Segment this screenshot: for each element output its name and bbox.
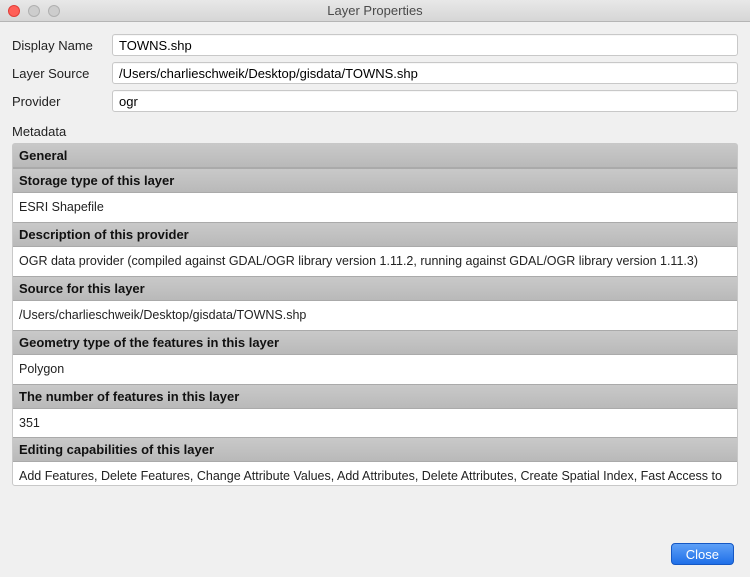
metadata-value: ESRI Shapefile xyxy=(13,193,737,222)
metadata-header: Description of this provider xyxy=(13,222,737,247)
metadata-header: Editing capabilities of this layer xyxy=(13,437,737,462)
layer-source-row: Layer Source xyxy=(12,62,738,84)
metadata-value: OGR data provider (compiled against GDAL… xyxy=(13,247,737,276)
provider-label: Provider xyxy=(12,94,112,109)
close-window-icon[interactable] xyxy=(8,5,20,17)
metadata-panel: GeneralStorage type of this layerESRI Sh… xyxy=(12,143,738,486)
provider-row: Provider xyxy=(12,90,738,112)
window-controls xyxy=(8,5,60,17)
metadata-header: Geometry type of the features in this la… xyxy=(13,330,737,355)
dialog-button-bar: Close xyxy=(671,543,734,565)
display-name-label: Display Name xyxy=(12,38,112,53)
layer-source-input[interactable] xyxy=(112,62,738,84)
metadata-header: General xyxy=(13,144,737,168)
window-title: Layer Properties xyxy=(0,3,750,18)
dialog-content: Display Name Layer Source Provider Metad… xyxy=(0,22,750,486)
metadata-header: Source for this layer xyxy=(13,276,737,301)
display-name-input[interactable] xyxy=(112,34,738,56)
metadata-header: Storage type of this layer xyxy=(13,168,737,193)
close-button[interactable]: Close xyxy=(671,543,734,565)
window-titlebar: Layer Properties xyxy=(0,0,750,22)
zoom-window-icon xyxy=(48,5,60,17)
minimize-window-icon xyxy=(28,5,40,17)
metadata-value: 351 xyxy=(13,409,737,438)
metadata-value: Polygon xyxy=(13,355,737,384)
layer-source-label: Layer Source xyxy=(12,66,112,81)
display-name-row: Display Name xyxy=(12,34,738,56)
metadata-section-label: Metadata xyxy=(12,124,738,139)
provider-input[interactable] xyxy=(112,90,738,112)
metadata-value: /Users/charlieschweik/Desktop/gisdata/TO… xyxy=(13,301,737,330)
metadata-header: The number of features in this layer xyxy=(13,384,737,409)
metadata-value: Add Features, Delete Features, Change At… xyxy=(13,462,737,485)
metadata-scroll[interactable]: GeneralStorage type of this layerESRI Sh… xyxy=(13,144,737,485)
